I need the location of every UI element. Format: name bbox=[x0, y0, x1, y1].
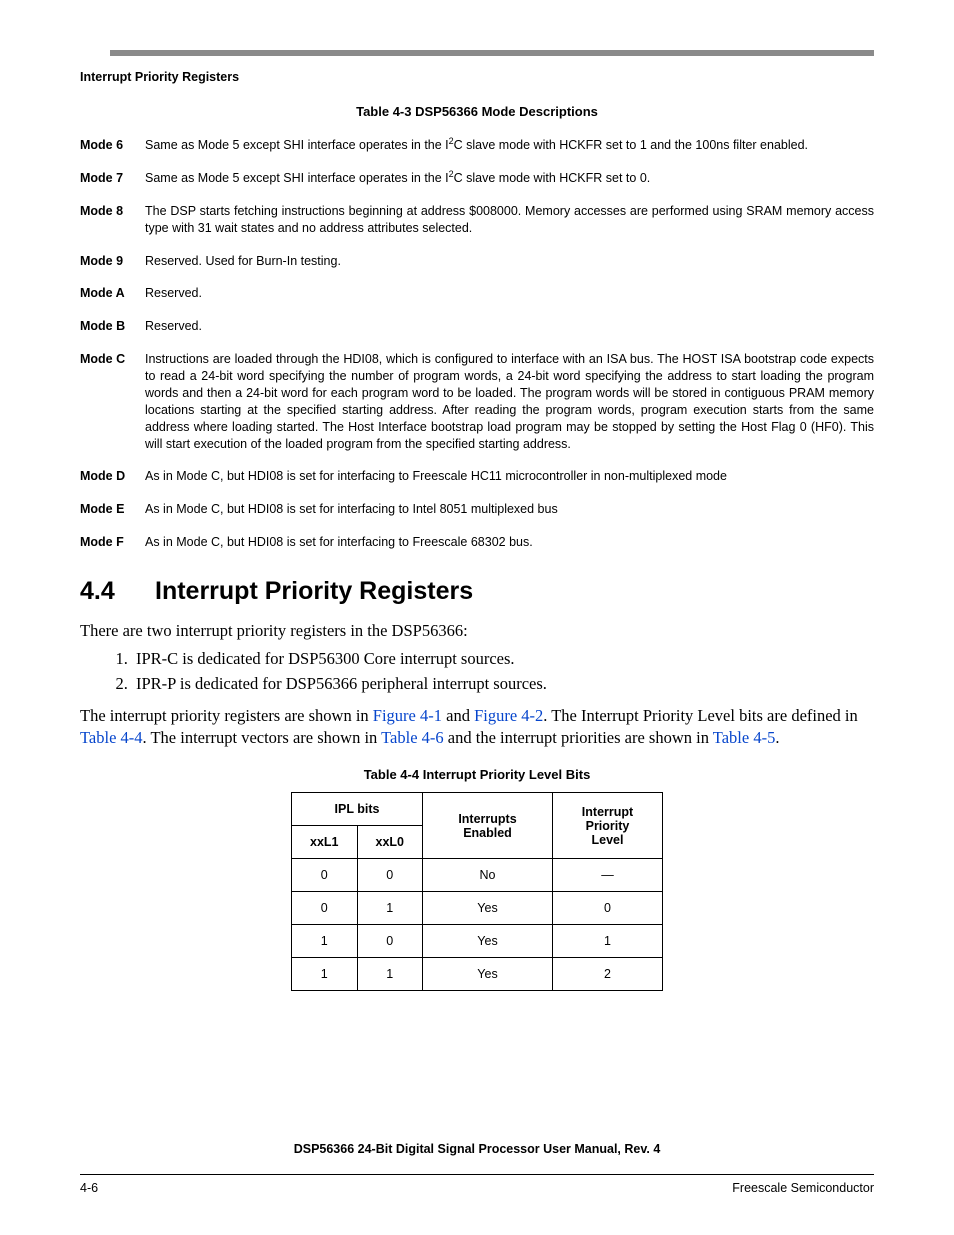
mode-row: Mode EAs in Mode C, but HDI08 is set for… bbox=[80, 501, 874, 518]
xref-figure-4-2[interactable]: Figure 4-2 bbox=[474, 706, 543, 725]
mode-description: Reserved. bbox=[145, 318, 874, 335]
col-header-xxl0: xxL0 bbox=[357, 826, 423, 859]
references-paragraph: The interrupt priority registers are sho… bbox=[80, 705, 874, 750]
ipl-table: IPL bits Interrupts Enabled Interrupt Pr… bbox=[291, 792, 663, 991]
xref-table-4-4[interactable]: Table 4-4 bbox=[80, 728, 143, 747]
text-fragment: . bbox=[775, 728, 779, 747]
mode-label: Mode D bbox=[80, 468, 145, 485]
mode-row: Mode BReserved. bbox=[80, 318, 874, 335]
mode-label: Mode 6 bbox=[80, 137, 145, 154]
col-header-xxl1: xxL1 bbox=[292, 826, 358, 859]
table-cell: Yes bbox=[423, 958, 553, 991]
xref-table-4-6[interactable]: Table 4-6 bbox=[381, 728, 444, 747]
table-cell: 2 bbox=[553, 958, 663, 991]
table-cell: 1 bbox=[553, 925, 663, 958]
table-cell: 0 bbox=[292, 892, 358, 925]
section-number: 4.4 bbox=[80, 577, 155, 606]
col-header-ipl-bits: IPL bits bbox=[292, 793, 423, 826]
table-cell: 1 bbox=[292, 958, 358, 991]
footer-doc-title: DSP56366 24-Bit Digital Signal Processor… bbox=[80, 1142, 874, 1156]
mode-description: Reserved. Used for Burn-In testing. bbox=[145, 253, 874, 270]
mode-label: Mode 8 bbox=[80, 203, 145, 237]
list-item: IPR-C is dedicated for DSP56300 Core int… bbox=[132, 648, 874, 670]
table-cell: 1 bbox=[357, 958, 423, 991]
footer-vendor: Freescale Semiconductor bbox=[732, 1181, 874, 1195]
table-row: 01Yes0 bbox=[292, 892, 663, 925]
table-cell: 1 bbox=[292, 925, 358, 958]
col-header-interrupts: Interrupts Enabled bbox=[423, 793, 553, 859]
intro-paragraph: There are two interrupt priority registe… bbox=[80, 620, 874, 642]
mode-label: Mode B bbox=[80, 318, 145, 335]
mode-description: Same as Mode 5 except SHI interface oper… bbox=[145, 137, 874, 154]
mode-row: Mode 9Reserved. Used for Burn-In testing… bbox=[80, 253, 874, 270]
page-footer: DSP56366 24-Bit Digital Signal Processor… bbox=[80, 1142, 874, 1195]
table-4-4-caption: Table 4-4 Interrupt Priority Level Bits bbox=[80, 767, 874, 782]
mode-description: Reserved. bbox=[145, 285, 874, 302]
mode-row: Mode CInstructions are loaded through th… bbox=[80, 351, 874, 452]
mode-row: Mode 7Same as Mode 5 except SHI interfac… bbox=[80, 170, 874, 187]
mode-descriptions: Mode 6Same as Mode 5 except SHI interfac… bbox=[80, 137, 874, 551]
table-cell: Yes bbox=[423, 892, 553, 925]
mode-row: Mode 8The DSP starts fetching instructio… bbox=[80, 203, 874, 237]
table-row: 00No— bbox=[292, 859, 663, 892]
mode-row: Mode AReserved. bbox=[80, 285, 874, 302]
table-row: 10Yes1 bbox=[292, 925, 663, 958]
footer-rule bbox=[80, 1174, 874, 1175]
mode-label: Mode C bbox=[80, 351, 145, 452]
table-row: 11Yes2 bbox=[292, 958, 663, 991]
body-text: There are two interrupt priority registe… bbox=[80, 620, 874, 749]
text-fragment: and the interrupt priorities are shown i… bbox=[444, 728, 713, 747]
mode-description: As in Mode C, but HDI08 is set for inter… bbox=[145, 534, 874, 551]
mode-label: Mode 7 bbox=[80, 170, 145, 187]
text-fragment: The interrupt priority registers are sho… bbox=[80, 706, 373, 725]
text-fragment: . The interrupt vectors are shown in bbox=[143, 728, 382, 747]
register-list: IPR-C is dedicated for DSP56300 Core int… bbox=[132, 648, 874, 695]
table-cell: Yes bbox=[423, 925, 553, 958]
mode-label: Mode A bbox=[80, 285, 145, 302]
header-rule bbox=[110, 50, 874, 56]
table-cell: 0 bbox=[553, 892, 663, 925]
table-cell: 1 bbox=[357, 892, 423, 925]
mode-row: Mode 6Same as Mode 5 except SHI interfac… bbox=[80, 137, 874, 154]
xref-table-4-5[interactable]: Table 4-5 bbox=[713, 728, 776, 747]
section-title: Interrupt Priority Registers bbox=[155, 577, 473, 605]
mode-description: As in Mode C, but HDI08 is set for inter… bbox=[145, 501, 874, 518]
mode-label: Mode F bbox=[80, 534, 145, 551]
section-heading: 4.4Interrupt Priority Registers bbox=[80, 577, 874, 606]
table-cell: 0 bbox=[357, 859, 423, 892]
table-cell: No bbox=[423, 859, 553, 892]
text-fragment: and bbox=[442, 706, 474, 725]
mode-description: The DSP starts fetching instructions beg… bbox=[145, 203, 874, 237]
table-cell: 0 bbox=[292, 859, 358, 892]
page-number: 4-6 bbox=[80, 1181, 98, 1195]
xref-figure-4-1[interactable]: Figure 4-1 bbox=[373, 706, 442, 725]
running-header: Interrupt Priority Registers bbox=[80, 70, 874, 84]
mode-row: Mode FAs in Mode C, but HDI08 is set for… bbox=[80, 534, 874, 551]
table-cell: — bbox=[553, 859, 663, 892]
mode-description: Same as Mode 5 except SHI interface oper… bbox=[145, 170, 874, 187]
table-4-3-caption: Table 4-3 DSP56366 Mode Descriptions bbox=[80, 104, 874, 119]
mode-row: Mode DAs in Mode C, but HDI08 is set for… bbox=[80, 468, 874, 485]
mode-label: Mode 9 bbox=[80, 253, 145, 270]
text-fragment: . The Interrupt Priority Level bits are … bbox=[543, 706, 857, 725]
mode-description: As in Mode C, but HDI08 is set for inter… bbox=[145, 468, 874, 485]
mode-description: Instructions are loaded through the HDI0… bbox=[145, 351, 874, 452]
table-cell: 0 bbox=[357, 925, 423, 958]
mode-label: Mode E bbox=[80, 501, 145, 518]
list-item: IPR-P is dedicated for DSP56366 peripher… bbox=[132, 673, 874, 695]
col-header-priority: Interrupt Priority Level bbox=[553, 793, 663, 859]
